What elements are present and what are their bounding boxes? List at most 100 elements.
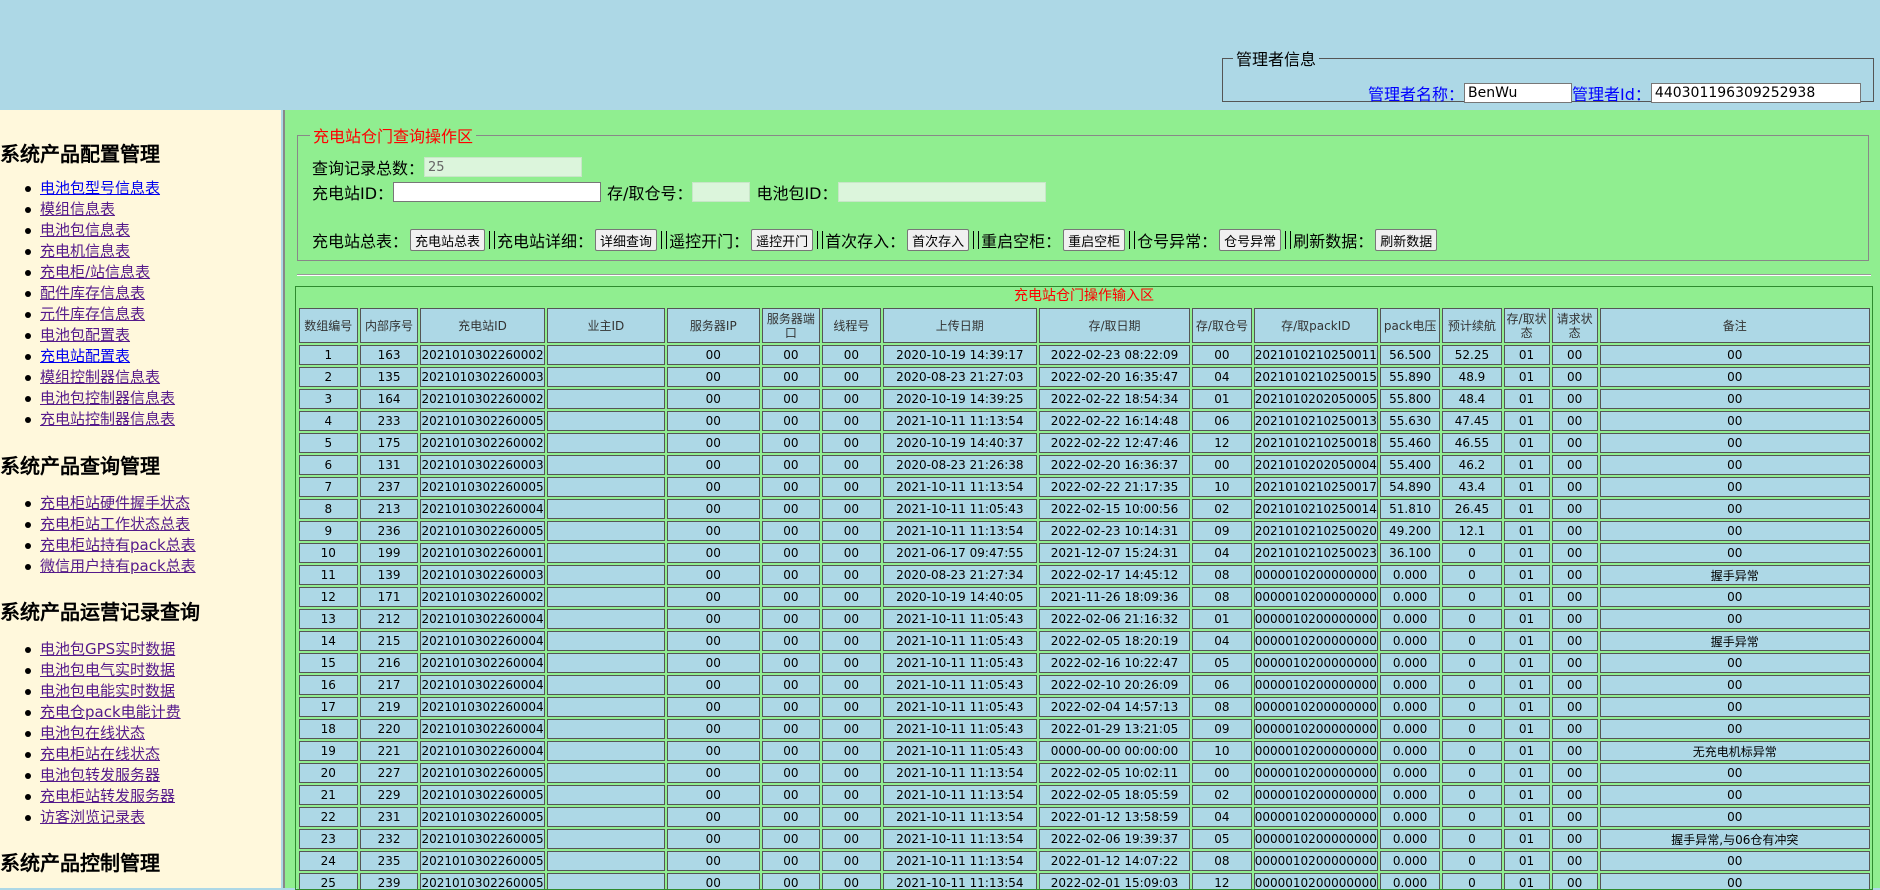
- sidebar-link[interactable]: 电池包转发服务器: [40, 766, 160, 784]
- sidebar-item[interactable]: 配件库存信息表: [24, 283, 175, 304]
- sidebar-item[interactable]: 充电柜站硬件握手状态: [24, 493, 196, 514]
- sidebar-link[interactable]: 充电柜站工作状态总表: [40, 515, 190, 533]
- sidebar-link[interactable]: 模组信息表: [40, 200, 115, 218]
- detail-query-button[interactable]: 详细查询: [595, 229, 658, 251]
- table-row[interactable]: 1 163 2021010302260002 00 00 00 2020-10-19 14:…: [299, 345, 1870, 365]
- table-cell: 00: [1599, 609, 1870, 629]
- table-row[interactable]: 2 135 2021010302260003 00 00 00 2020-08-23 21:…: [299, 367, 1870, 387]
- sidebar-link[interactable]: 电池包控制器信息表: [40, 389, 175, 407]
- table-row[interactable]: 12 171 2021010302260002 00 00 00 2020-10-19 14…: [299, 587, 1870, 607]
- table-row[interactable]: 3 164 2021010302260002 00 00 00 2020-10-19 14:…: [299, 389, 1870, 409]
- table-row[interactable]: 6 131 2021010302260003 00 00 00 2020-08-23 21:…: [299, 455, 1870, 475]
- door-number-input[interactable]: [692, 182, 751, 202]
- table-row[interactable]: 19 221 2021010302260004 00 00 00 2021-10-11 11…: [299, 741, 1870, 761]
- table-cell: 00: [1599, 873, 1870, 889]
- table-row[interactable]: 18 220 2021010302260004 00 00 00 2021-10-11 11…: [299, 719, 1870, 739]
- refresh-data-button[interactable]: 刷新数据: [1375, 229, 1438, 251]
- table-row[interactable]: 25 239 2021010302260005 00 00 00 2021-10-11 11…: [299, 873, 1870, 889]
- table-row[interactable]: 7 237 2021010302260005 00 00 00 2021-10-11 11:…: [299, 477, 1870, 497]
- sidebar-link[interactable]: 充电柜/站信息表: [40, 263, 150, 281]
- sidebar-link[interactable]: 电池包型号信息表: [40, 179, 160, 197]
- sidebar-item[interactable]: 访客浏览记录表: [24, 807, 181, 828]
- sidebar-link[interactable]: 充电站控制器信息表: [40, 410, 175, 428]
- table-row[interactable]: 13 212 2021010302260004 00 00 00 2021-10-11 11…: [299, 609, 1870, 629]
- first-deposit-button[interactable]: 首次存入: [907, 229, 970, 251]
- remote-open-button[interactable]: 遥控开门: [751, 229, 814, 251]
- sidebar-item[interactable]: 充电站配置表: [24, 346, 175, 367]
- sidebar-item[interactable]: 充电柜站持有pack总表: [24, 535, 196, 556]
- sidebar-item[interactable]: 电池包GPS实时数据: [24, 639, 181, 660]
- sidebar-link[interactable]: 配件库存信息表: [40, 284, 145, 302]
- table-cell: [546, 763, 666, 783]
- sidebar-item[interactable]: 电池包电气实时数据: [24, 660, 181, 681]
- sidebar-item[interactable]: 电池包在线状态: [24, 723, 181, 744]
- table-row[interactable]: 8 213 2021010302260004 00 00 00 2021-10-11 11:…: [299, 499, 1870, 519]
- sidebar-link[interactable]: 微信用户持有pack总表: [40, 557, 196, 575]
- sidebar-item[interactable]: 模组信息表: [24, 199, 175, 220]
- table-row[interactable]: 16 217 2021010302260004 00 00 00 2021-10-11 11…: [299, 675, 1870, 695]
- sidebar-link[interactable]: 充电仓pack电能计费: [40, 703, 181, 721]
- station-id-input[interactable]: [393, 182, 602, 202]
- sidebar-item[interactable]: 模组控制器信息表: [24, 367, 175, 388]
- sidebar-item[interactable]: 元件库存信息表: [24, 304, 175, 325]
- table-row[interactable]: 5 175 2021010302260002 00 00 00 2020-10-19 14:…: [299, 433, 1870, 453]
- table-row[interactable]: 21 229 2021010302260005 00 00 00 2021-10-11 11…: [299, 785, 1870, 805]
- table-row[interactable]: 9 236 2021010302260005 00 00 00 2021-10-11 11:…: [299, 521, 1870, 541]
- table-row[interactable]: 22 231 2021010302260005 00 00 00 2021-10-11 11…: [299, 807, 1870, 827]
- sidebar-link[interactable]: 电池包电气实时数据: [40, 661, 175, 679]
- table-cell: 握手异常: [1599, 631, 1870, 651]
- sidebar-item[interactable]: 电池包转发服务器: [24, 765, 181, 786]
- table-row[interactable]: 14 215 2021010302260004 00 00 00 2021-10-11 11…: [299, 631, 1870, 651]
- table-row[interactable]: 15 216 2021010302260004 00 00 00 2021-10-11 11…: [299, 653, 1870, 673]
- sidebar-link[interactable]: 元件库存信息表: [40, 305, 145, 323]
- table-cell: 无充电机标异常: [1599, 741, 1870, 761]
- sidebar-item[interactable]: 充电柜/站信息表: [24, 262, 175, 283]
- sidebar-link[interactable]: 充电柜站在线状态: [40, 745, 160, 763]
- table-row[interactable]: 20 227 2021010302260005 00 00 00 2021-10-11 11…: [299, 763, 1870, 783]
- admin-id-input[interactable]: [1650, 83, 1861, 103]
- sidebar-link[interactable]: 充电柜站转发服务器: [40, 787, 175, 805]
- sidebar-link[interactable]: 充电站配置表: [40, 347, 130, 365]
- sidebar-link[interactable]: 模组控制器信息表: [40, 368, 160, 386]
- table-row[interactable]: 23 232 2021010302260005 00 00 00 2021-10-11 11…: [299, 829, 1870, 849]
- column-header: 充电站ID: [420, 308, 545, 343]
- sidebar-link[interactable]: 电池包在线状态: [40, 724, 145, 742]
- sidebar-item[interactable]: 电池包电能实时数据: [24, 681, 181, 702]
- sidebar-link[interactable]: 电池包GPS实时数据: [40, 640, 175, 658]
- station-total-button[interactable]: 充电站总表: [410, 229, 486, 251]
- sidebar-link[interactable]: 充电柜站持有pack总表: [40, 536, 196, 554]
- table-cell: 00: [761, 697, 821, 717]
- table-row[interactable]: 17 219 2021010302260004 00 00 00 2021-10-11 11…: [299, 697, 1870, 717]
- sidebar-link[interactable]: 充电柜站硬件握手状态: [40, 494, 190, 512]
- table-cell: 00: [667, 477, 760, 497]
- sidebar-item[interactable]: 充电机信息表: [24, 241, 175, 262]
- table-cell: 01: [1503, 741, 1550, 761]
- sidebar-item[interactable]: 电池包控制器信息表: [24, 388, 175, 409]
- table-cell: 00: [1551, 873, 1598, 889]
- sidebar-link[interactable]: 电池包电能实时数据: [40, 682, 175, 700]
- sidebar-link[interactable]: 电池包信息表: [40, 221, 130, 239]
- sidebar-item[interactable]: 充电柜站在线状态: [24, 744, 181, 765]
- table-row[interactable]: 4 233 2021010302260005 00 00 00 2021-10-11 11:…: [299, 411, 1870, 431]
- sidebar-item[interactable]: 充电仓pack电能计费: [24, 702, 181, 723]
- table-cell: 0000010200000000: [1253, 807, 1378, 827]
- sidebar-item[interactable]: 充电柜站转发服务器: [24, 786, 181, 807]
- separator: [973, 231, 975, 249]
- admin-name-input[interactable]: [1464, 83, 1573, 103]
- restart-empty-button[interactable]: 重启空柜: [1063, 229, 1126, 251]
- sidebar-item[interactable]: 电池包型号信息表: [24, 178, 175, 199]
- table-row[interactable]: 11 139 2021010302260003 00 00 00 2020-08-23 21…: [299, 565, 1870, 585]
- sidebar-item[interactable]: 电池包信息表: [24, 220, 175, 241]
- table-row[interactable]: 24 235 2021010302260005 00 00 00 2021-10-11 11…: [299, 851, 1870, 871]
- sidebar-link[interactable]: 访客浏览记录表: [40, 808, 145, 826]
- table-row[interactable]: 10 199 2021010302260001 00 00 00 2021-06-17 09…: [299, 543, 1870, 563]
- sidebar-item[interactable]: 微信用户持有pack总表: [24, 556, 196, 577]
- sidebar-link[interactable]: 充电机信息表: [40, 242, 130, 260]
- sidebar-item[interactable]: 充电站控制器信息表: [24, 409, 175, 430]
- door-error-button[interactable]: 仓号异常: [1219, 229, 1282, 251]
- sidebar-item[interactable]: 充电柜站工作状态总表: [24, 514, 196, 535]
- table-cell: [546, 653, 666, 673]
- sidebar-link[interactable]: 电池包配置表: [40, 326, 130, 344]
- sidebar-item[interactable]: 电池包配置表: [24, 325, 175, 346]
- pack-id-input[interactable]: [837, 182, 1046, 202]
